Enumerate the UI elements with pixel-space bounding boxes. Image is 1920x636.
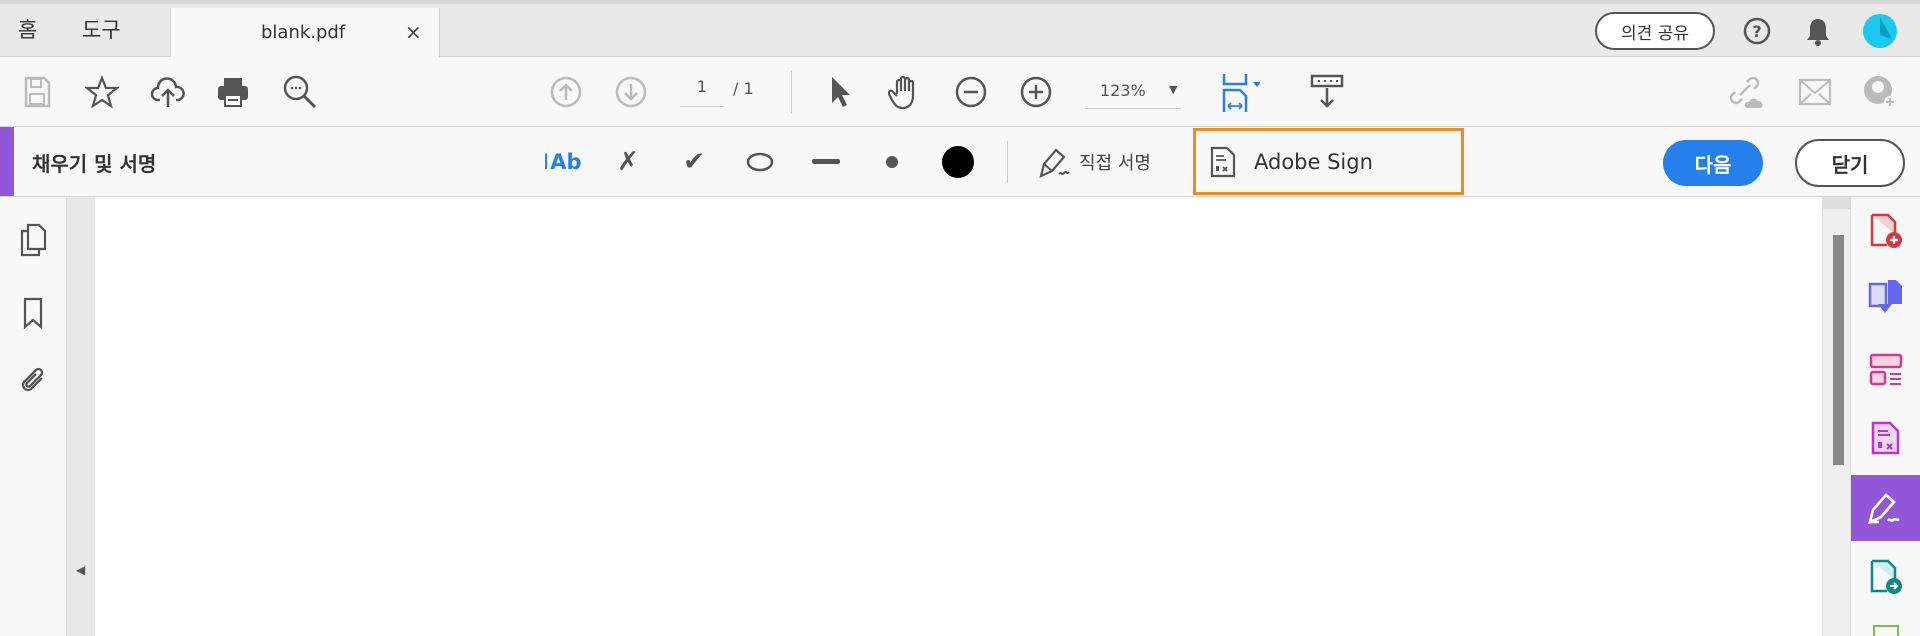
right-tools-panel xyxy=(1850,197,1920,636)
scrollbar-thumb[interactable] xyxy=(1833,235,1844,465)
tab-document[interactable]: blank.pdf × xyxy=(170,8,440,61)
save-icon[interactable] xyxy=(17,72,57,112)
adobe-sign-button[interactable]: Adobe Sign xyxy=(1193,128,1464,195)
pages-thumbnail-icon[interactable] xyxy=(13,220,53,260)
svg-text:?: ? xyxy=(1752,22,1761,41)
close-tab-icon[interactable]: × xyxy=(405,20,422,44)
tab-document-label: blank.pdf xyxy=(261,22,346,43)
attachment-icon[interactable] xyxy=(13,360,53,400)
print-icon[interactable] xyxy=(213,72,253,112)
divider xyxy=(791,71,792,113)
hand-tool-icon[interactable] xyxy=(885,72,925,112)
next-button[interactable]: 다음 xyxy=(1663,140,1763,186)
page-number-input[interactable]: 1 xyxy=(680,77,724,107)
page-total: / 1 xyxy=(733,79,754,98)
line-tool[interactable] xyxy=(806,142,846,182)
fill-sign-tool-active[interactable] xyxy=(1851,475,1920,541)
more-tools-icon[interactable] xyxy=(1873,625,1899,636)
create-pdf-icon[interactable] xyxy=(1866,211,1906,251)
divider xyxy=(1007,141,1008,183)
vertical-scrollbar[interactable] xyxy=(1822,197,1850,636)
bookmark-icon[interactable] xyxy=(13,293,53,333)
accent-bar xyxy=(0,127,14,196)
left-panel xyxy=(0,197,67,636)
add-user-icon[interactable] xyxy=(1860,72,1900,112)
color-picker[interactable] xyxy=(938,142,978,182)
fill-sign-toolbar: 채우기 및 서명 I Ab ✗ ✔ 직접 서명 Adobe Sign 다음 닫기 xyxy=(0,127,1920,197)
zoom-value: 123% xyxy=(1100,81,1146,100)
search-icon[interactable] xyxy=(280,72,320,112)
keyboard-scroll-icon[interactable] xyxy=(1307,72,1347,112)
document-sign-icon xyxy=(1210,146,1236,177)
zoom-in-icon[interactable] xyxy=(1016,72,1056,112)
cross-mark-tool[interactable]: ✗ xyxy=(608,142,648,182)
fill-sign-title: 채우기 및 서명 xyxy=(32,152,157,176)
zoom-select[interactable]: 123% ▼ xyxy=(1085,75,1181,109)
email-icon[interactable] xyxy=(1795,72,1835,112)
bell-icon[interactable] xyxy=(1798,11,1838,51)
sign-yourself-button[interactable]: 직접 서명 xyxy=(1035,142,1151,182)
check-mark-tool[interactable]: ✔ xyxy=(674,142,714,182)
tab-home[interactable]: 홈 xyxy=(18,14,37,44)
chevron-down-icon: ▼ xyxy=(1169,83,1178,96)
next-page-icon[interactable] xyxy=(611,72,651,112)
dot-tool[interactable] xyxy=(872,142,912,182)
add-text-tool[interactable]: I Ab xyxy=(543,142,587,182)
close-button[interactable]: 닫기 xyxy=(1795,139,1905,187)
fill-sign-icon xyxy=(1868,493,1900,525)
share-link-icon[interactable] xyxy=(1725,72,1765,112)
ellipse-tool[interactable] xyxy=(740,142,780,182)
previous-page-icon[interactable] xyxy=(546,72,586,112)
organize-pages-icon[interactable] xyxy=(1866,350,1906,390)
zoom-out-icon[interactable] xyxy=(951,72,991,112)
tab-tools[interactable]: 도구 xyxy=(82,14,121,44)
combine-files-icon[interactable] xyxy=(1866,277,1906,317)
share-button[interactable]: 의견 공유 xyxy=(1595,12,1715,50)
fit-page-icon[interactable] xyxy=(1220,72,1260,112)
request-signature-icon[interactable] xyxy=(1866,418,1906,458)
tab-bar: 홈 도구 blank.pdf × 의견 공유 ? xyxy=(0,0,1920,61)
scrollbar-up xyxy=(1823,197,1850,209)
help-icon[interactable]: ? xyxy=(1737,11,1777,51)
text-cursor-icon: I xyxy=(543,150,550,174)
upload-cloud-icon[interactable] xyxy=(148,72,188,112)
star-icon[interactable] xyxy=(82,72,122,112)
avatar[interactable] xyxy=(1860,11,1900,51)
main-toolbar: 1 / 1 123% ▼ xyxy=(0,57,1920,127)
select-cursor-icon[interactable] xyxy=(820,72,860,112)
panel-gutter: ◀ xyxy=(67,197,95,636)
collapse-panel-icon[interactable]: ◀ xyxy=(76,563,85,577)
export-pdf-icon[interactable] xyxy=(1866,557,1906,597)
document-page[interactable] xyxy=(95,197,1822,636)
pen-sign-icon xyxy=(1039,148,1070,178)
